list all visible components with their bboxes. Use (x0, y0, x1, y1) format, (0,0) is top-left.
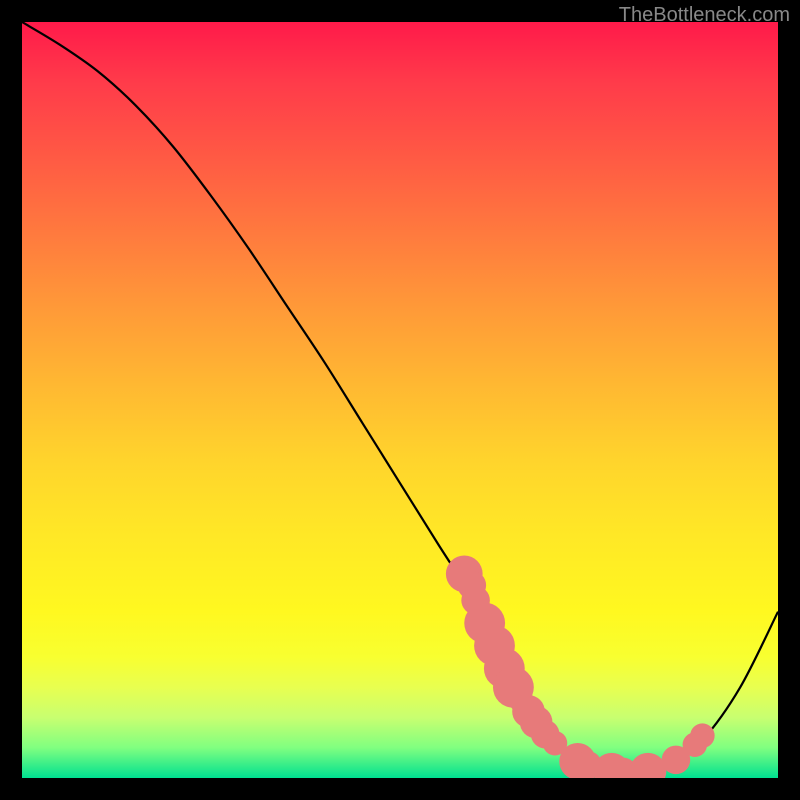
attribution-text: TheBottleneck.com (619, 4, 790, 27)
bottleneck-curve-svg (22, 22, 778, 778)
curve-marker (630, 753, 667, 778)
chart-plot-area (22, 22, 778, 778)
bottleneck-curve-line (22, 22, 778, 774)
curve-marker-group (446, 556, 715, 778)
curve-marker (690, 723, 715, 748)
